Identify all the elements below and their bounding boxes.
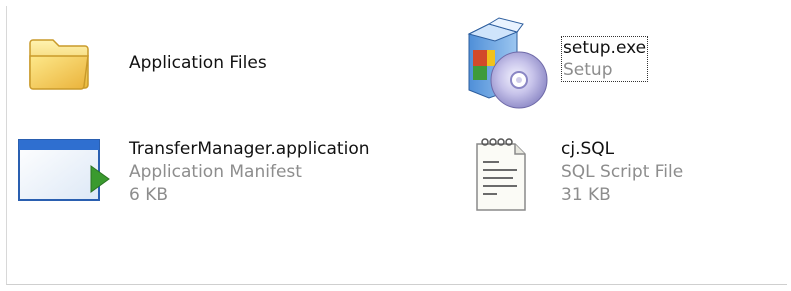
- file-size: 31 KB: [561, 185, 611, 205]
- file-size: 6 KB: [129, 185, 169, 205]
- file-item-transfermanager-application[interactable]: TransferManager.application Application …: [17, 130, 437, 230]
- sql-script-icon: [473, 134, 533, 218]
- file-name: TransferManager.application: [129, 139, 370, 159]
- file-item-application-files[interactable]: Application Files: [21, 24, 401, 114]
- folder-icon: [25, 26, 95, 100]
- file-name: Application Files: [129, 53, 267, 73]
- file-name: cj.SQL: [561, 139, 615, 159]
- selected-item-focus: setup.exe Setup: [561, 36, 649, 82]
- installer-cd-icon: [455, 16, 555, 120]
- file-type: Setup: [563, 60, 613, 80]
- application-manifest-icon: [17, 138, 113, 212]
- file-list-pane: Application Files setup.exe Setup Transf…: [6, 6, 787, 285]
- file-type: SQL Script File: [561, 162, 684, 182]
- file-item-setup-exe[interactable]: setup.exe Setup: [455, 16, 785, 116]
- file-type: Application Manifest: [129, 162, 302, 182]
- file-item-cj-sql[interactable]: cj.SQL SQL Script File 31 KB: [465, 130, 785, 230]
- file-name: setup.exe: [563, 38, 647, 58]
